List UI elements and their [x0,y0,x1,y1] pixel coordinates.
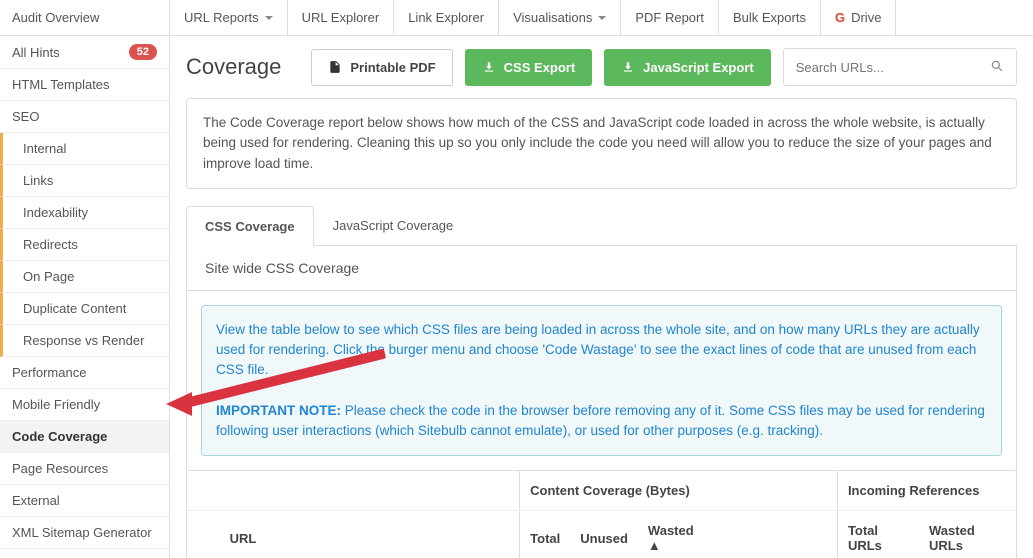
css-export-button[interactable]: CSS Export [465,49,593,86]
chevron-down-icon [265,16,273,20]
download-icon [482,60,496,74]
sidebar-item-performance[interactable]: Performance [0,357,169,389]
printable-pdf-button[interactable]: Printable PDF [311,49,452,86]
sidebar-item-label: Mobile Friendly [12,397,100,412]
google-drive-icon: G [835,10,845,25]
sidebar-item-label: Performance [12,365,86,380]
chevron-down-icon [598,16,606,20]
sidebar-item-label: External [12,493,60,508]
tab-js-coverage[interactable]: JavaScript Coverage [314,205,473,245]
sidebar-item-label: Duplicate Content [23,301,126,316]
panel-title: Site wide CSS Coverage [187,246,1016,291]
nav-pdf-report[interactable]: PDF Report [621,0,719,35]
sidebar-item-label: Response vs Render [23,333,144,348]
sidebar-item-code-coverage[interactable]: Code Coverage [0,421,169,453]
col-total-urls[interactable]: Total URLs [837,511,919,558]
js-export-button[interactable]: JavaScript Export [604,49,771,86]
search-box[interactable] [783,48,1017,86]
col-group-coverage: Content Coverage (Bytes) [520,471,838,511]
col-wasted-urls[interactable]: Wasted URLs [919,511,1015,558]
sidebar-item-internal[interactable]: Internal [0,133,169,165]
info-note: View the table below to see which CSS fi… [201,305,1002,457]
intro-text: The Code Coverage report below shows how… [186,98,1017,189]
search-input[interactable] [796,60,990,75]
col-wasted[interactable]: Wasted ▲ [638,511,717,558]
page-title: Coverage [186,54,281,80]
col-total[interactable]: Total [520,511,571,558]
sidebar-item-label: Indexability [23,205,88,220]
sidebar-item-all-hints[interactable]: All Hints 52 [0,36,169,69]
nav-link-explorer[interactable]: Link Explorer [394,0,499,35]
nav-google-drive[interactable]: GDrive [821,0,896,35]
sidebar-item-mobile-friendly[interactable]: Mobile Friendly [0,389,169,421]
col-unused[interactable]: Unused [570,511,638,558]
top-nav: URL Reports URL Explorer Link Explorer V… [170,0,1033,36]
nav-visualisations[interactable]: Visualisations [499,0,621,35]
search-icon[interactable] [990,59,1004,76]
sidebar: Audit Overview All Hints 52 HTML Templates… [0,0,170,558]
sidebar-item-seo[interactable]: SEO [0,101,169,133]
sidebar-item-indexability[interactable]: Indexability [0,197,169,229]
sidebar-item-label: All Hints [12,45,60,60]
col-group-references: Incoming References [837,471,1015,511]
sidebar-item-page-resources[interactable]: Page Resources [0,453,169,485]
sidebar-item-html-templates[interactable]: HTML Templates [0,69,169,101]
coverage-table: Content Coverage (Bytes) Incoming Refere… [188,470,1015,558]
sidebar-item-label: SEO [12,109,39,124]
sidebar-item-xml-sitemap-generator[interactable]: XML Sitemap Generator [0,517,169,549]
sidebar-item-on-page[interactable]: On Page [0,261,169,293]
main-content: URL Reports URL Explorer Link Explorer V… [170,0,1033,558]
sidebar-item-redirects[interactable]: Redirects [0,229,169,261]
sidebar-item-external[interactable]: External [0,485,169,517]
nav-bulk-exports[interactable]: Bulk Exports [719,0,821,35]
sidebar-item-label: Redirects [23,237,78,252]
col-url[interactable]: URL [220,511,520,558]
sidebar-item-label: On Page [23,269,74,284]
nav-url-reports[interactable]: URL Reports [170,0,288,35]
download-icon [621,60,635,74]
tab-css-coverage[interactable]: CSS Coverage [186,206,314,246]
coverage-tabs: CSS Coverage JavaScript Coverage [186,205,1017,246]
sidebar-header: Audit Overview [0,0,169,36]
sidebar-item-response-vs-render[interactable]: Response vs Render [0,325,169,357]
sidebar-item-duplicate-content[interactable]: Duplicate Content [0,293,169,325]
nav-url-explorer[interactable]: URL Explorer [288,0,395,35]
file-icon [328,60,342,74]
sidebar-item-links[interactable]: Links [0,165,169,197]
sidebar-item-label: HTML Templates [12,77,110,92]
sidebar-item-label: Internal [23,141,66,156]
sidebar-item-label: Links [23,173,53,188]
coverage-panel: Site wide CSS Coverage View the table be… [186,246,1017,558]
sidebar-item-label: XML Sitemap Generator [12,525,152,540]
sidebar-item-label: Page Resources [12,461,108,476]
sidebar-item-label: Code Coverage [12,429,107,444]
hint-count-badge: 52 [129,44,157,60]
